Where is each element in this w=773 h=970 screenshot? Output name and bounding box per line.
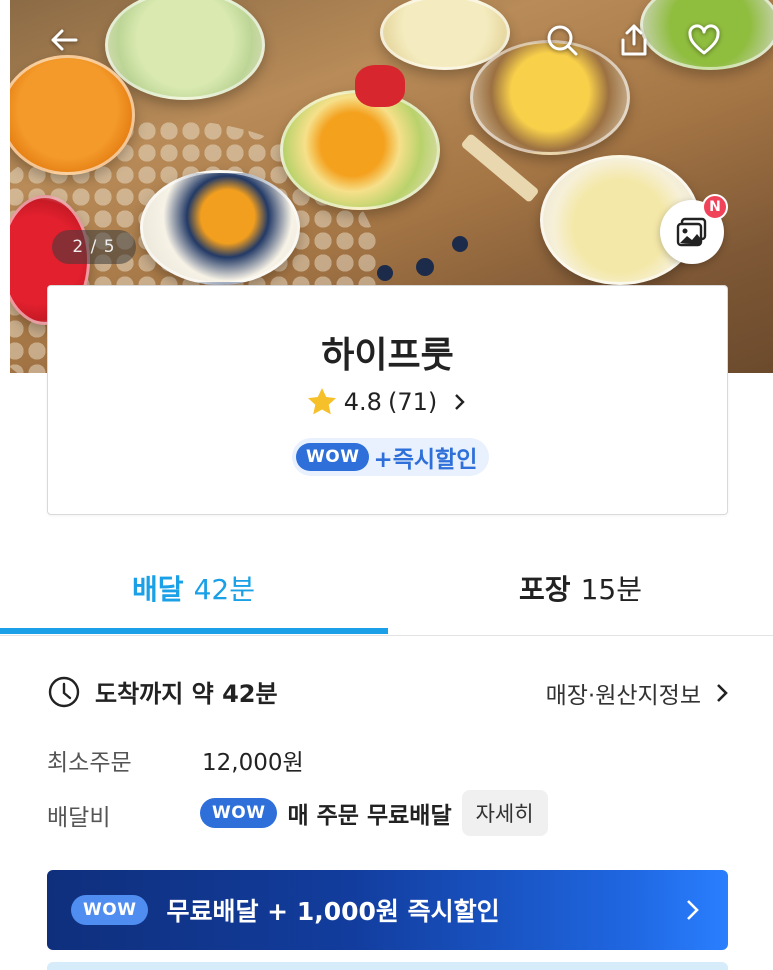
next-section-edge bbox=[47, 962, 728, 970]
tab-pickup-label: 포장 bbox=[519, 573, 571, 606]
rating-score: 4.8 bbox=[343, 388, 382, 416]
delivery-fee-label: 배달비 bbox=[47, 805, 111, 831]
tab-delivery[interactable]: 배달 42분 bbox=[0, 540, 387, 636]
active-tab-indicator bbox=[0, 628, 388, 634]
arrival-time: 도착까지 약 42분 bbox=[47, 674, 278, 709]
chevron-right-icon bbox=[717, 684, 728, 702]
review-count: (71) bbox=[387, 388, 438, 416]
search-icon bbox=[547, 25, 578, 56]
min-order-label: 최소주문 bbox=[47, 750, 132, 776]
strawberry bbox=[355, 65, 405, 107]
tab-delivery-time: 42분 bbox=[193, 573, 255, 606]
store-origin-info-link[interactable]: 매장·원산지정보 bbox=[546, 676, 733, 710]
wow-badge: WOW bbox=[200, 798, 278, 828]
heart-icon bbox=[688, 24, 720, 55]
origin-link-label: 매장·원산지정보 bbox=[545, 683, 701, 709]
blueberry bbox=[377, 265, 393, 281]
delivery-fee-row: WOW 매 주문 무료배달 자세히 bbox=[200, 790, 548, 836]
share-icon bbox=[621, 24, 647, 56]
fruit-bowl bbox=[280, 90, 440, 210]
clock-icon bbox=[48, 676, 80, 707]
arrival-time-text: 도착까지 약 42분 bbox=[95, 680, 278, 708]
rating-link[interactable]: 4.8 (71) bbox=[48, 386, 727, 418]
image-edge bbox=[0, 0, 10, 373]
fruit-bowl bbox=[140, 170, 300, 285]
photo-gallery-button[interactable]: N bbox=[660, 194, 728, 264]
favorite-button[interactable] bbox=[680, 16, 728, 64]
tab-pickup[interactable]: 포장 15분 bbox=[387, 540, 773, 636]
store-name: 하이프룻 bbox=[321, 335, 454, 376]
fruit-bowl bbox=[105, 0, 265, 100]
share-button[interactable] bbox=[610, 16, 658, 64]
back-arrow-icon bbox=[51, 29, 78, 51]
wow-badge: WOW bbox=[71, 895, 149, 925]
wow-badge: WOW bbox=[296, 443, 370, 471]
store-info-card: 하이프룻 4.8 (71) WOW +즉시할인 bbox=[47, 285, 728, 515]
back-button[interactable] bbox=[40, 16, 88, 64]
image-page-indicator: 2 / 5 bbox=[52, 230, 136, 264]
search-button[interactable] bbox=[538, 16, 586, 64]
wow-promo-banner[interactable]: WOW 무료배달 + 1,000원 즉시할인 bbox=[47, 870, 728, 950]
chevron-right-icon bbox=[687, 900, 699, 920]
tab-delivery-label: 배달 bbox=[132, 573, 184, 606]
wow-discount-chip: WOW +즉시할인 bbox=[292, 438, 490, 476]
delivery-fee-value: 매 주문 무료배달 bbox=[287, 803, 452, 829]
gallery-icon bbox=[676, 217, 707, 247]
blueberry bbox=[416, 258, 434, 276]
instant-discount-label: +즉시할인 bbox=[373, 447, 478, 473]
tab-pickup-time: 15분 bbox=[580, 573, 642, 606]
star-icon bbox=[307, 388, 336, 415]
order-type-tabs: 배달 42분 포장 15분 bbox=[0, 540, 773, 636]
min-order-value: 12,000원 bbox=[202, 750, 304, 776]
blueberry bbox=[452, 236, 468, 252]
fruit-bowl bbox=[0, 55, 135, 175]
delivery-fee-detail-button[interactable]: 자세히 bbox=[461, 790, 548, 836]
chevron-right-icon bbox=[455, 394, 465, 410]
new-badge: N bbox=[702, 194, 728, 220]
promo-banner-text: 무료배달 + 1,000원 즉시할인 bbox=[166, 897, 500, 926]
